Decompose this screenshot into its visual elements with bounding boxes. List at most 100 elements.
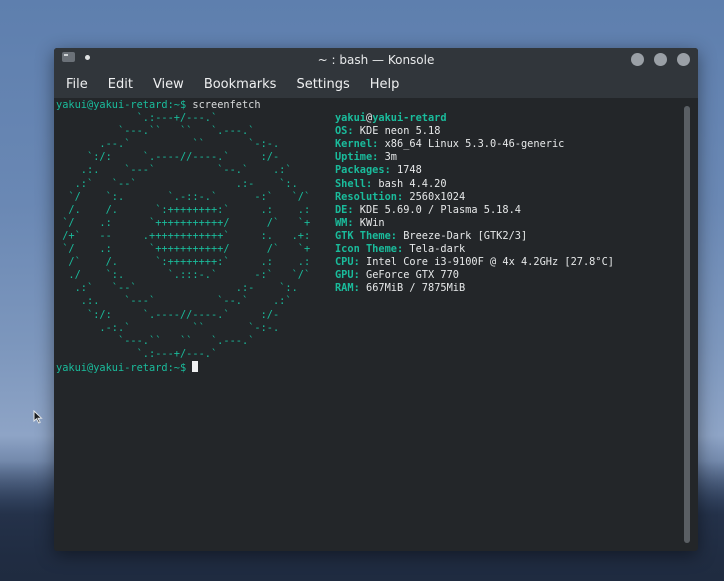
fetch-line: .:. `---` `--.` .:` [56,295,681,308]
ascii-logo-line: /. /. `:++++++++:` .: .: [56,203,311,216]
info-key: WM: [334,216,354,229]
info-key: GPU: [334,269,360,282]
title-bar[interactable]: ~ : bash — Konsole [54,48,698,71]
command-line: yakui@yakui-retard:~$ screenfetch [56,99,681,112]
fetch-line: .-:.` `` `-:-. [56,322,681,335]
info-key: Uptime: [334,151,379,164]
ascii-logo-line: `.:---+/---.` [56,347,218,360]
info-value: Intel Core i3-9100F @ 4x 4.2GHz [27.8°C] [366,256,614,269]
ascii-logo-line: .--.` `` `-:-. [56,138,280,151]
logo-padding [310,256,335,268]
info-value: 3m [384,151,397,164]
info-value: 2560x1024 [409,190,466,203]
info-value: Tela-dark [409,243,466,256]
fetch-line: `/ .: `+++++++++++/ /` `+ WM: KWin [56,217,681,230]
ascii-logo-line: /+` -- .++++++++++++` :. .+: [56,229,311,242]
terminal-output[interactable]: yakui@yakui-retard:~$ screenfetch `.:---… [54,98,681,551]
fetch-line: .:. `---` `--.` .:` Packages: 1748 [56,164,681,177]
ascii-logo-line: .:. `---` `--.` .:` [56,164,292,177]
ascii-logo-line: .:` `--` .:- `:. [56,282,298,295]
logo-padding [279,322,335,334]
menu-view[interactable]: View [153,75,184,94]
fetch-line: `:/: `.----//----.` :/- Uptime: 3m [56,151,681,164]
logo-padding [310,217,335,229]
fetch-line: .:` `--` .:- `:. RAM: 667MiB / 7875MiB [56,282,681,295]
menu-settings[interactable]: Settings [296,75,349,94]
info-value: KWin [359,216,385,229]
scrollbar-thumb[interactable] [684,106,690,543]
fetch-line: `/ `:. `.-::-.` -:` `/` Resolution: 2560… [56,191,681,204]
ascii-logo-line: .:. `---` `--.` .:` [56,295,292,308]
logo-padding [217,348,335,360]
active-command-line[interactable]: yakui@yakui-retard:~$ [56,360,681,374]
fetch-line: ./ `:. `.:::-.` -:` `/` GPU: GeForce GTX… [56,269,681,282]
ascii-logo-line: `.:---+/---.` [56,112,218,125]
fetch-host: yakui-retard [372,112,447,125]
info-key: Packages: [334,164,391,177]
ascii-logo-line: `/ .: `+++++++++++/ /` `+ [56,216,311,229]
info-value: KDE neon 5.18 [359,125,441,138]
fetch-line: `.:---+/---.` yakui@yakui-retard [56,112,681,125]
ascii-logo-line: ./ `:. `.:::-.` -:` `/` [56,269,311,282]
konsole-window[interactable]: ~ : bash — Konsole File Edit View Bookma… [54,48,698,551]
logo-padding [279,138,335,150]
ascii-logo-line: `---.`` `` `.---.` [56,125,255,138]
fetch-line: /` /. `:++++++++:` .: .: CPU: Intel Core… [56,256,681,269]
info-key: OS: [334,125,354,138]
info-key: Kernel: [334,138,379,151]
info-value: 667MiB / 7875MiB [366,282,466,295]
ascii-logo-line: `:/: `.----//----.` :/- [56,308,280,321]
command-text: screenfetch [192,99,261,111]
logo-padding [292,164,335,176]
info-value: 1748 [396,164,422,177]
logo-padding [292,295,335,307]
menu-file[interactable]: File [66,75,88,94]
logo-padding [217,112,335,124]
logo-padding [254,125,335,137]
ascii-logo-line: .-:.` `` `-:-. [56,321,280,334]
fetch-line: .:` `--` .:- `:. Shell: bash 4.4.20 [56,178,681,191]
fetch-line: `---.`` `` `.---.` OS: KDE neon 5.18 [56,125,681,138]
ascii-logo-line: `:/: `.----//----.` :/- [56,151,280,164]
window-title: ~ : bash — Konsole [317,53,435,67]
info-key: RAM: [334,282,360,295]
fetch-user: yakui [334,112,366,125]
ascii-logo-line: `/ `:. `.-::-.` -:` `/` [56,190,311,203]
minimize-button[interactable] [631,53,644,66]
ascii-logo-line: `/ .: `+++++++++++/ /` `+ [56,243,311,256]
info-key: DE: [334,203,354,216]
fetch-line: `.:---+/---.` [56,348,681,361]
info-value: KDE 5.69.0 / Plasma 5.18.4 [359,203,521,216]
menu-bookmarks[interactable]: Bookmarks [204,75,277,94]
maximize-button[interactable] [654,53,667,66]
fetch-line: `/ .: `+++++++++++/ /` `+ Icon Theme: Te… [56,243,681,256]
fetch-line: .--.` `` `-:-. Kernel: x86_64 Linux 5.3.… [56,138,681,151]
logo-padding [254,335,335,347]
ascii-logo-line: .:` `--` .:- `:. [56,177,298,190]
info-key: Resolution: [334,190,404,203]
info-value: bash 4.4.20 [378,177,447,190]
text-cursor [192,360,199,372]
logo-padding [298,282,335,294]
logo-padding [310,243,335,255]
info-value: Breeze-Dark [GTK2/3] [403,229,528,242]
ascii-logo-line: /` /. `:++++++++:` .: .: [56,256,311,269]
fetch-line: `---.`` `` `.---.` [56,335,681,348]
close-button[interactable] [677,53,690,66]
fetch-line: /. /. `:++++++++:` .: .: DE: KDE 5.69.0 … [56,204,681,217]
menu-help[interactable]: Help [370,75,400,94]
fetch-line: `:/: `.----//----.` :/- [56,309,681,322]
shell-prompt-active: yakui@yakui-retard:~$ [56,361,187,374]
info-value: GeForce GTX 770 [366,269,459,282]
info-key: GTK Theme: [334,229,397,242]
info-key: CPU: [334,256,360,269]
ascii-logo-line: `---.`` `` `.---.` [56,334,255,347]
menu-edit[interactable]: Edit [108,75,133,94]
logo-padding [310,204,335,216]
logo-padding [310,230,335,242]
mouse-cursor-icon [33,410,43,424]
logo-padding [298,178,335,190]
scrollbar[interactable] [684,106,690,543]
info-value: x86_64 Linux 5.3.0-46-generic [384,138,565,151]
info-key: Shell: [334,177,373,190]
